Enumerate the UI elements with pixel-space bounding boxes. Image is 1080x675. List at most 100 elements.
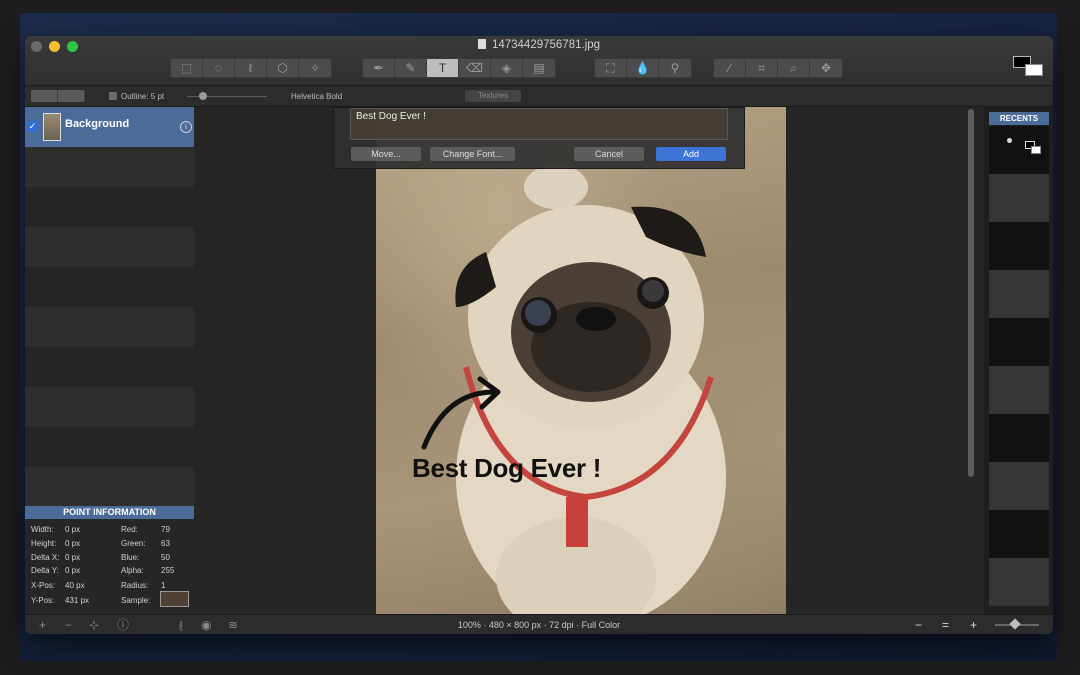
green-value: 63 <box>161 539 170 548</box>
empty-layer-row <box>25 147 194 187</box>
recent-empty-slot <box>989 222 1049 270</box>
pencil-icon[interactable]: ✎ <box>395 59 427 77</box>
move-icon[interactable]: ✥ <box>810 59 842 77</box>
zoom-fit-button[interactable]: = <box>942 618 949 632</box>
recent-empty-slot <box>989 366 1049 414</box>
mini-background-swatch <box>1031 146 1041 154</box>
zoom-in-button[interactable]: + <box>970 618 977 632</box>
paint-bucket-icon[interactable]: ◈ <box>491 59 523 77</box>
empty-layer-row <box>25 467 194 506</box>
recents-header: RECENTS <box>989 112 1049 125</box>
recent-empty-slot <box>989 414 1049 462</box>
background-color-swatch[interactable] <box>1025 64 1043 76</box>
image-status-text: 100% · 480 × 800 px · 72 dpi · Full Colo… <box>457 620 621 630</box>
move-button[interactable]: Move... <box>351 147 421 161</box>
blur-drop-icon[interactable]: 💧 <box>627 59 659 77</box>
status-bar: + − ⊹ ⓘ ⫲ ◉ ≋ 100% · 480 × 800 px · 72 d… <box>25 614 1053 634</box>
layer-info-icon[interactable]: i <box>180 121 192 133</box>
rect-select-icon[interactable]: ⬚ <box>171 59 203 77</box>
layer-row[interactable]: ✓ Background i <box>25 107 194 147</box>
clone-stamp-icon[interactable]: ⚲ <box>659 59 691 77</box>
outline-checkbox[interactable] <box>109 92 117 100</box>
options-bar: Outline: 5 pt Helvetica Bold Textures <box>25 86 1053 107</box>
recent-brush-item[interactable] <box>989 126 1049 174</box>
recent-empty-slot <box>989 174 1049 222</box>
pug-photo <box>421 165 726 614</box>
eyedropper-icon[interactable]: ⁄ <box>714 59 746 77</box>
radius-value: 1 <box>161 581 166 590</box>
pen-icon[interactable]: ✒ <box>363 59 395 77</box>
font-name-label[interactable]: Helvetica Bold <box>291 92 342 101</box>
blue-value: 50 <box>161 553 170 562</box>
recent-empty-slot <box>989 510 1049 558</box>
height-label: Height: <box>31 539 57 548</box>
selection-tools: ⬚ ◌ ℓ ⬡ ✧ <box>170 58 332 78</box>
eraser-icon[interactable]: ⌫ <box>459 59 491 77</box>
empty-layer-row <box>25 387 194 427</box>
recent-empty-slot <box>989 318 1049 366</box>
gradient-icon[interactable]: ▤ <box>523 59 555 77</box>
width-value: 0 px <box>65 525 81 534</box>
paint-tools: ✒ ✎ T ⌫ ◈ ▤ <box>362 58 556 78</box>
crop-icon[interactable]: ⌗ <box>746 59 778 77</box>
recent-empty-slot <box>989 270 1049 318</box>
crop-select-icon[interactable]: ⛶ <box>595 59 627 77</box>
delta-x-label: Delta X: <box>31 553 60 562</box>
document-icon <box>477 39 486 49</box>
canvas-overlay-text[interactable]: Best Dog Ever ! <box>412 453 601 484</box>
x-pos-value: 40 px <box>65 581 85 590</box>
textures-button[interactable]: Textures <box>465 90 521 102</box>
utility-tools: ⁄ ⌗ ⌕ ✥ <box>713 58 843 78</box>
text-icon[interactable]: T <box>427 59 459 77</box>
app-window: 14734429756781.jpg ⬚ ◌ ℓ ⬡ ✧ ✒ ✎ T ⌫ ◈ ▤… <box>25 36 1053 634</box>
point-information-header: POINT INFORMATION <box>25 506 194 519</box>
brush-dot-icon <box>1007 138 1012 143</box>
lasso-icon[interactable]: ℓ <box>235 59 267 77</box>
width-label: Width: <box>31 525 54 534</box>
empty-layer-row <box>25 227 194 267</box>
cancel-button[interactable]: Cancel <box>574 147 644 161</box>
zoom-icon[interactable]: ⌕ <box>778 59 810 77</box>
blue-label: Blue: <box>121 553 140 562</box>
magic-wand-icon[interactable]: ✧ <box>299 59 331 77</box>
sample-color-swatch <box>160 591 189 607</box>
layer-visibility-checkbox[interactable]: ✓ <box>27 121 38 132</box>
canvas-area[interactable]: Best Dog Ever ! Best Dog Ever ! Move... … <box>194 107 984 614</box>
change-font-button[interactable]: Change Font... <box>430 147 515 161</box>
point-information-panel: Width: 0 px Red: 79 Height: 0 px Green: … <box>25 519 194 614</box>
add-button[interactable]: Add <box>656 147 726 161</box>
sample-label: Sample: <box>121 596 151 605</box>
recent-empty-slot <box>989 558 1049 606</box>
x-pos-label: X-Pos: <box>31 581 56 590</box>
red-label: Red: <box>121 525 138 534</box>
empty-layer-row <box>25 307 194 347</box>
layer-thumbnail <box>43 113 61 141</box>
green-label: Green: <box>121 539 146 548</box>
height-value: 0 px <box>65 539 81 548</box>
red-value: 79 <box>161 525 170 534</box>
window-title-text: 14734429756781.jpg <box>491 39 601 51</box>
text-entry-field[interactable]: Best Dog Ever ! <box>350 108 728 140</box>
layers-panel: ✓ Background i POINT INFORMATION Width: … <box>25 107 194 614</box>
image-canvas[interactable]: Best Dog Ever ! <box>376 107 786 614</box>
alpha-label: Alpha: <box>121 566 144 575</box>
delta-y-label: Delta Y: <box>31 566 59 575</box>
outline-option[interactable]: Outline: 5 pt <box>109 92 164 101</box>
y-pos-label: Y-Pos: <box>31 596 55 605</box>
empty-layer-row <box>25 267 194 307</box>
layer-name: Background <box>65 118 130 130</box>
vertical-scrollbar[interactable] <box>968 109 974 477</box>
delta-y-value: 0 px <box>65 566 81 575</box>
alpha-value: 255 <box>161 566 175 575</box>
title-bar: 14734429756781.jpg ⬚ ◌ ℓ ⬡ ✧ ✒ ✎ T ⌫ ◈ ▤… <box>25 36 1053 86</box>
delta-x-value: 0 px <box>65 553 81 562</box>
outline-label: Outline: 5 pt <box>121 92 165 101</box>
outline-slider-knob[interactable] <box>199 92 207 100</box>
empty-layer-row <box>25 427 194 467</box>
alignment-segmented-control[interactable] <box>31 90 85 102</box>
ellipse-select-icon[interactable]: ◌ <box>203 59 235 77</box>
y-pos-value: 431 px <box>65 596 90 605</box>
empty-layer-row <box>25 347 194 387</box>
polygon-select-icon[interactable]: ⬡ <box>267 59 299 77</box>
zoom-out-button[interactable]: − <box>915 618 922 632</box>
